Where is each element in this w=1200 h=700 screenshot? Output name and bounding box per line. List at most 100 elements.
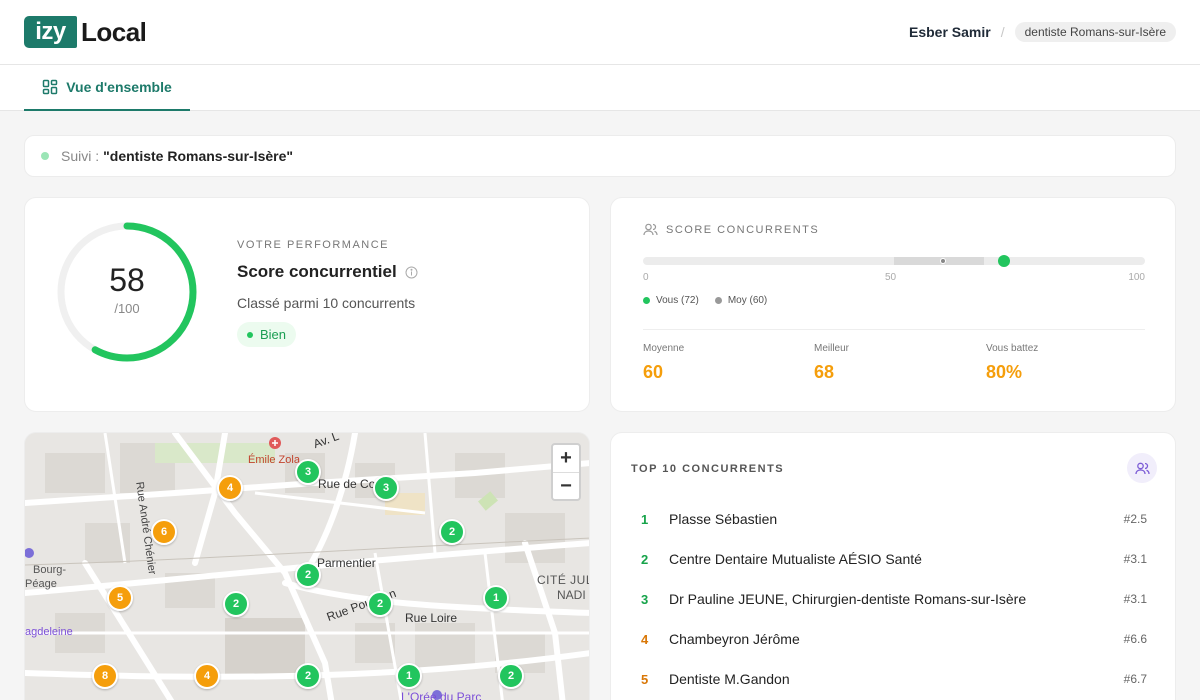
map-cluster-marker[interactable]: 8 [92,663,118,689]
tick-50: 50 [885,272,897,283]
keyword-pill[interactable]: dentiste Romans-sur-Isère [1014,22,1176,42]
score-max: /100 [114,301,140,316]
map-label-madeleine: agdeleine [25,626,73,638]
map-cluster-marker[interactable]: 2 [439,519,465,545]
top10-users-button[interactable] [1127,453,1157,483]
zoom-in-button[interactable]: + [553,445,579,472]
top10-list: 1 Plasse Sébastien #2.5 2 Centre Dentair… [631,499,1157,699]
competitor-range [894,257,985,265]
stat-beat-label: Vous battez [986,343,1039,354]
competitor-position: #6.7 [1123,672,1147,686]
tracking-bar: Suivi : "dentiste Romans-sur-Isère" [24,135,1176,177]
map-label-nadi: NADI [557,588,586,602]
performance-card: 58 /100 VOTRE PERFORMANCE Score concurre… [24,197,590,412]
stat-beat-value: 80% [986,362,1023,382]
legend-avg-label: Moy (60) [727,295,768,306]
status-dot [41,152,49,160]
competitor-rank: 5 [641,671,649,687]
breadcrumb-separator: / [1000,24,1005,40]
map-label-zola: Émile Zola [248,454,300,466]
stat-best-label: Meilleur [814,343,850,354]
tracking-keyword: "dentiste Romans-sur-Isère" [103,148,294,164]
competitor-row[interactable]: 4 Chambeyron Jérôme #6.6 [631,619,1157,659]
performance-kicker: VOTRE PERFORMANCE [237,239,390,251]
top10-title: TOP 10 CONCURRENTS [631,463,785,475]
map-cluster-marker[interactable]: 3 [373,475,399,501]
performance-title: Score concurrentiel [237,262,418,282]
map-cluster-marker[interactable]: 2 [223,591,249,617]
map-cluster-marker[interactable]: 4 [194,663,220,689]
competitor-position: #3.1 [1123,552,1147,566]
map-cluster-marker[interactable]: 2 [367,591,393,617]
stat-average-value: 60 [643,362,664,382]
stat-average-label: Moyenne [643,343,685,354]
competitor-name: Chambeyron Jérôme [669,631,800,647]
competitor-name: Dentiste M.Gandon [669,671,790,687]
users-icon [643,223,658,236]
info-icon[interactable] [405,266,418,279]
badge-dot [247,331,253,338]
divider [643,329,1145,330]
map-cluster-marker[interactable]: 2 [498,663,524,689]
competitor-name: Plasse Sébastien [669,511,778,527]
user-area: Esber Samir / dentiste Romans-sur-Isère [909,22,1176,42]
your-score-marker [998,255,1011,267]
izylocal-logo[interactable]: izy Local [24,16,147,48]
competitor-row[interactable]: 2 Centre Dentaire Mutualiste AÉSIO Santé… [631,539,1157,579]
map-label-peage: Péage [25,578,57,590]
score-value: 58 [109,262,145,298]
legend-you-label: Vous (72) [656,295,699,306]
tick-100: 100 [1128,272,1145,283]
competitor-position: #6.6 [1123,632,1147,646]
map-label-cite: CITÉ JUL [537,573,590,587]
tracking-label: Suivi : [61,148,100,164]
competitor-score-card: SCORE CONCURRENTS 0 50 100 Vous (72) Moy… [610,197,1176,412]
map-card[interactable]: Émile Zola Rue de Coa Parmentier Rue Pou… [24,432,590,700]
stat-average: Moyenne 60 [643,343,803,383]
top-header: izy Local Esber Samir / dentiste Romans-… [0,0,1200,65]
competitor-name: Dr Pauline JEUNE, Chirurgien-dentiste Ro… [669,591,1027,607]
stat-best-value: 68 [814,362,835,382]
map-label-loire: Rue Loire [405,611,458,625]
map-cluster-marker[interactable]: 6 [151,519,177,545]
competitor-rank: 3 [641,591,649,607]
competitor-row[interactable]: 1 Plasse Sébastien #2.5 [631,499,1157,539]
zoom-out-button[interactable]: − [553,472,579,499]
competitor-rank: 2 [641,551,649,567]
tick-0: 0 [643,272,649,283]
map-cluster-marker[interactable]: 5 [107,585,133,611]
competitor-row[interactable]: 3 Dr Pauline JEUNE, Chirurgien-dentiste … [631,579,1157,619]
user-name[interactable]: Esber Samir [909,24,991,40]
status-badge: Bien [237,322,297,347]
badge-label: Bien [260,327,287,342]
map-cluster-marker[interactable]: 1 [483,585,509,611]
map-zoom-control: + − [551,443,581,501]
competitor-rank: 1 [641,511,649,527]
map-cluster-marker[interactable]: 2 [295,663,321,689]
competitor-position: #2.5 [1123,512,1147,526]
range-ticks: 0 50 100 [643,272,1145,286]
score-range-bar [643,255,1145,267]
competitor-row[interactable]: 5 Dentiste M.Gandon #6.7 [631,659,1157,699]
tab-bar: Vue d'ensemble [0,65,1200,111]
map-label-bourg: Bourg- [33,564,67,576]
competitor-rank: 4 [641,631,649,647]
legend-average: Moy (60) [714,295,768,306]
performance-title-text: Score concurrentiel [237,262,397,281]
map-cluster-marker[interactable]: 4 [217,475,243,501]
logo-izy: izy [24,16,77,48]
users-icon [1134,462,1150,474]
top10-card: TOP 10 CONCURRENTS 1 Plasse Sébastien #2… [610,432,1176,700]
map-cluster-marker[interactable]: 3 [295,459,321,485]
map-cluster-marker[interactable]: 2 [295,562,321,588]
map-label-oree-parc: L'Orée du Parc [401,690,482,700]
grid-icon [42,79,58,95]
map-cluster-marker[interactable]: 1 [396,663,422,689]
competitor-position: #3.1 [1123,592,1147,606]
competitor-name: Centre Dentaire Mutualiste AÉSIO Santé [669,551,922,567]
competitor-score-kicker: SCORE CONCURRENTS [666,223,820,236]
tab-overview[interactable]: Vue d'ensemble [24,65,190,111]
tab-overview-label: Vue d'ensemble [66,79,172,95]
map-label-parmentier: Parmentier [317,556,376,570]
performance-subtitle: Classé parmi 10 concurrents [237,295,416,311]
